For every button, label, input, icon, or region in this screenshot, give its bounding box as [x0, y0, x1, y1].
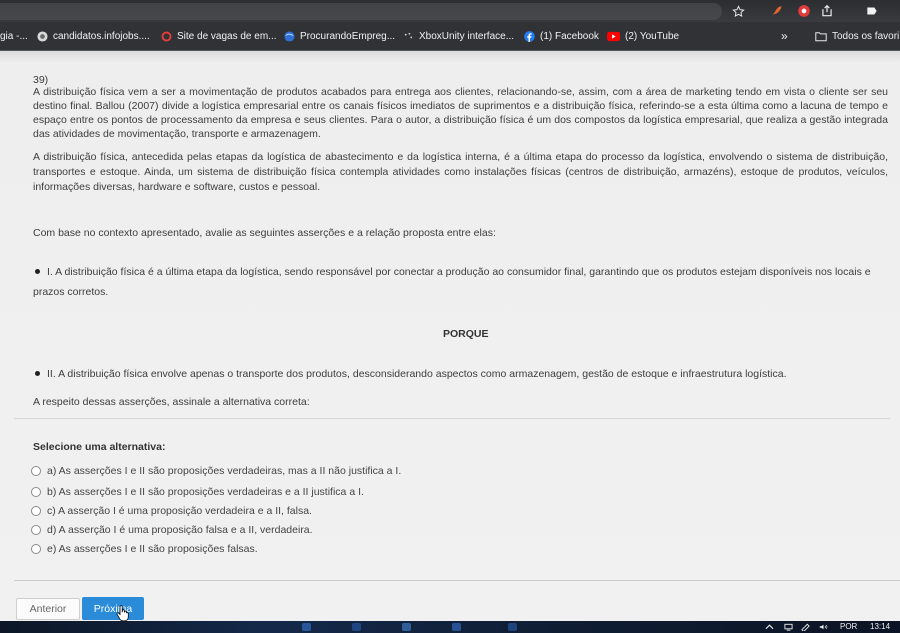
assertion-1: I. A distribuição física é a última etap… [33, 262, 888, 302]
assertion-2: II. A distribuição física envolve apenas… [33, 364, 888, 384]
bookmark-item-facebook[interactable]: (1) Facebook [524, 22, 599, 50]
option-label[interactable]: d) A asserção I é uma proposição falsa e… [47, 524, 313, 536]
network-icon[interactable] [784, 623, 793, 631]
taskbar-app-icon[interactable] [352, 623, 361, 631]
option-e[interactable]: e) As asserções I e II são proposições f… [31, 542, 258, 556]
radio-button[interactable] [31, 544, 41, 554]
bookmark-item-xboxunity[interactable]: XboxUnity interface... [403, 22, 514, 50]
all-bookmarks-label: Todos os favori [832, 30, 900, 42]
all-bookmarks-button[interactable]: Todos os favori [815, 22, 900, 50]
address-bar[interactable] [0, 3, 722, 20]
option-label[interactable]: e) As asserções I e II são proposições f… [47, 543, 258, 555]
bookmark-item-vagas[interactable]: Site de vagas de em... [161, 22, 277, 50]
youtube-icon [607, 31, 620, 41]
overflow-label: » [781, 29, 788, 43]
radio-button[interactable] [31, 525, 41, 535]
bullet-icon [35, 269, 40, 275]
option-label[interactable]: a) As asserções I e II são proposições v… [47, 465, 401, 477]
browser-toolbar [0, 0, 900, 22]
pen-icon[interactable] [801, 623, 810, 631]
radio-button[interactable] [31, 506, 41, 516]
bookmark-label: Site de vagas de em... [177, 30, 277, 42]
option-a[interactable]: a) As asserções I e II são proposições v… [31, 464, 401, 478]
option-d[interactable]: d) A asserção I é uma proposição falsa e… [31, 523, 313, 537]
assertion-connector: PORQUE [443, 328, 489, 340]
radio-button[interactable] [31, 487, 41, 497]
ring-icon [161, 31, 172, 41]
bookmark-item[interactable]: gia -... [0, 22, 28, 50]
bookmark-item-infojobs[interactable]: candidatos.infojobs.... [37, 22, 150, 50]
page-icon [404, 32, 413, 38]
bookmark-item-procurando[interactable]: ProcurandoEmpreg... [284, 22, 395, 50]
share-icon[interactable] [819, 3, 835, 19]
divider [14, 580, 900, 581]
bookmark-item-youtube[interactable]: (2) YouTube [607, 22, 679, 50]
hand-cursor-icon [116, 605, 129, 622]
taskbar-app-icon[interactable] [402, 623, 411, 631]
profile-icon[interactable] [864, 3, 880, 19]
clock[interactable]: 13:14 [870, 621, 890, 633]
assertion-2-text: II. A distribuição física envolve apenas… [47, 368, 787, 380]
divider [14, 418, 890, 419]
option-label[interactable]: b) As asserções I e II são proposições v… [47, 486, 364, 498]
language-indicator[interactable]: POR [840, 621, 857, 633]
facebook-icon [524, 30, 535, 42]
bookmark-label: (2) YouTube [625, 30, 680, 42]
bullet-icon [35, 371, 40, 377]
taskbar-app-icon[interactable] [452, 623, 461, 631]
record-icon[interactable] [796, 3, 812, 19]
option-label[interactable]: c) A asserção I é uma proposição verdade… [47, 505, 312, 517]
radio-button[interactable] [31, 466, 41, 476]
taskbar-app-icon[interactable] [508, 623, 517, 631]
assertion-1-text: I. A distribuição física é a última etap… [33, 266, 871, 298]
speaker-icon[interactable] [819, 623, 828, 631]
infojobs-icon [37, 30, 48, 42]
previous-button[interactable]: Anterior [16, 598, 80, 620]
bookmark-label: candidatos.infojobs.... [53, 30, 150, 42]
bookmarks-bar: gia -... candidatos.infojobs.... Site de… [0, 22, 900, 51]
star-icon[interactable] [730, 3, 746, 19]
bookmarks-overflow-button[interactable]: » [781, 22, 788, 50]
bookmark-label: (1) Facebook [540, 30, 599, 42]
folder-icon [815, 31, 827, 41]
next-button[interactable]: Próxima [82, 597, 144, 620]
option-b[interactable]: b) As asserções I e II são proposições v… [31, 485, 364, 499]
question-instruction: A respeito dessas asserções, assinale a … [33, 396, 310, 408]
taskbar: POR 13:14 [0, 621, 900, 633]
question-paragraph-2: A distribuição física, antecedida pelas … [33, 151, 888, 193]
option-c[interactable]: c) A asserção I é uma proposição verdade… [31, 504, 312, 518]
extension-icon[interactable] [769, 3, 785, 19]
answers-heading: Selecione uma alternativa: [33, 441, 166, 453]
bookmark-label: XboxUnity interface... [419, 30, 515, 42]
bookmark-label: gia -... [0, 30, 28, 42]
question-prompt: Com base no contexto apresentado, avalie… [33, 227, 496, 239]
chevron-up-icon[interactable] [765, 623, 774, 631]
globe-icon [284, 30, 295, 42]
question-paragraph-1: A distribuição física vem a ser a movime… [33, 86, 888, 140]
taskbar-app-icon[interactable] [302, 623, 311, 631]
bookmark-label: ProcurandoEmpreg... [300, 30, 396, 42]
